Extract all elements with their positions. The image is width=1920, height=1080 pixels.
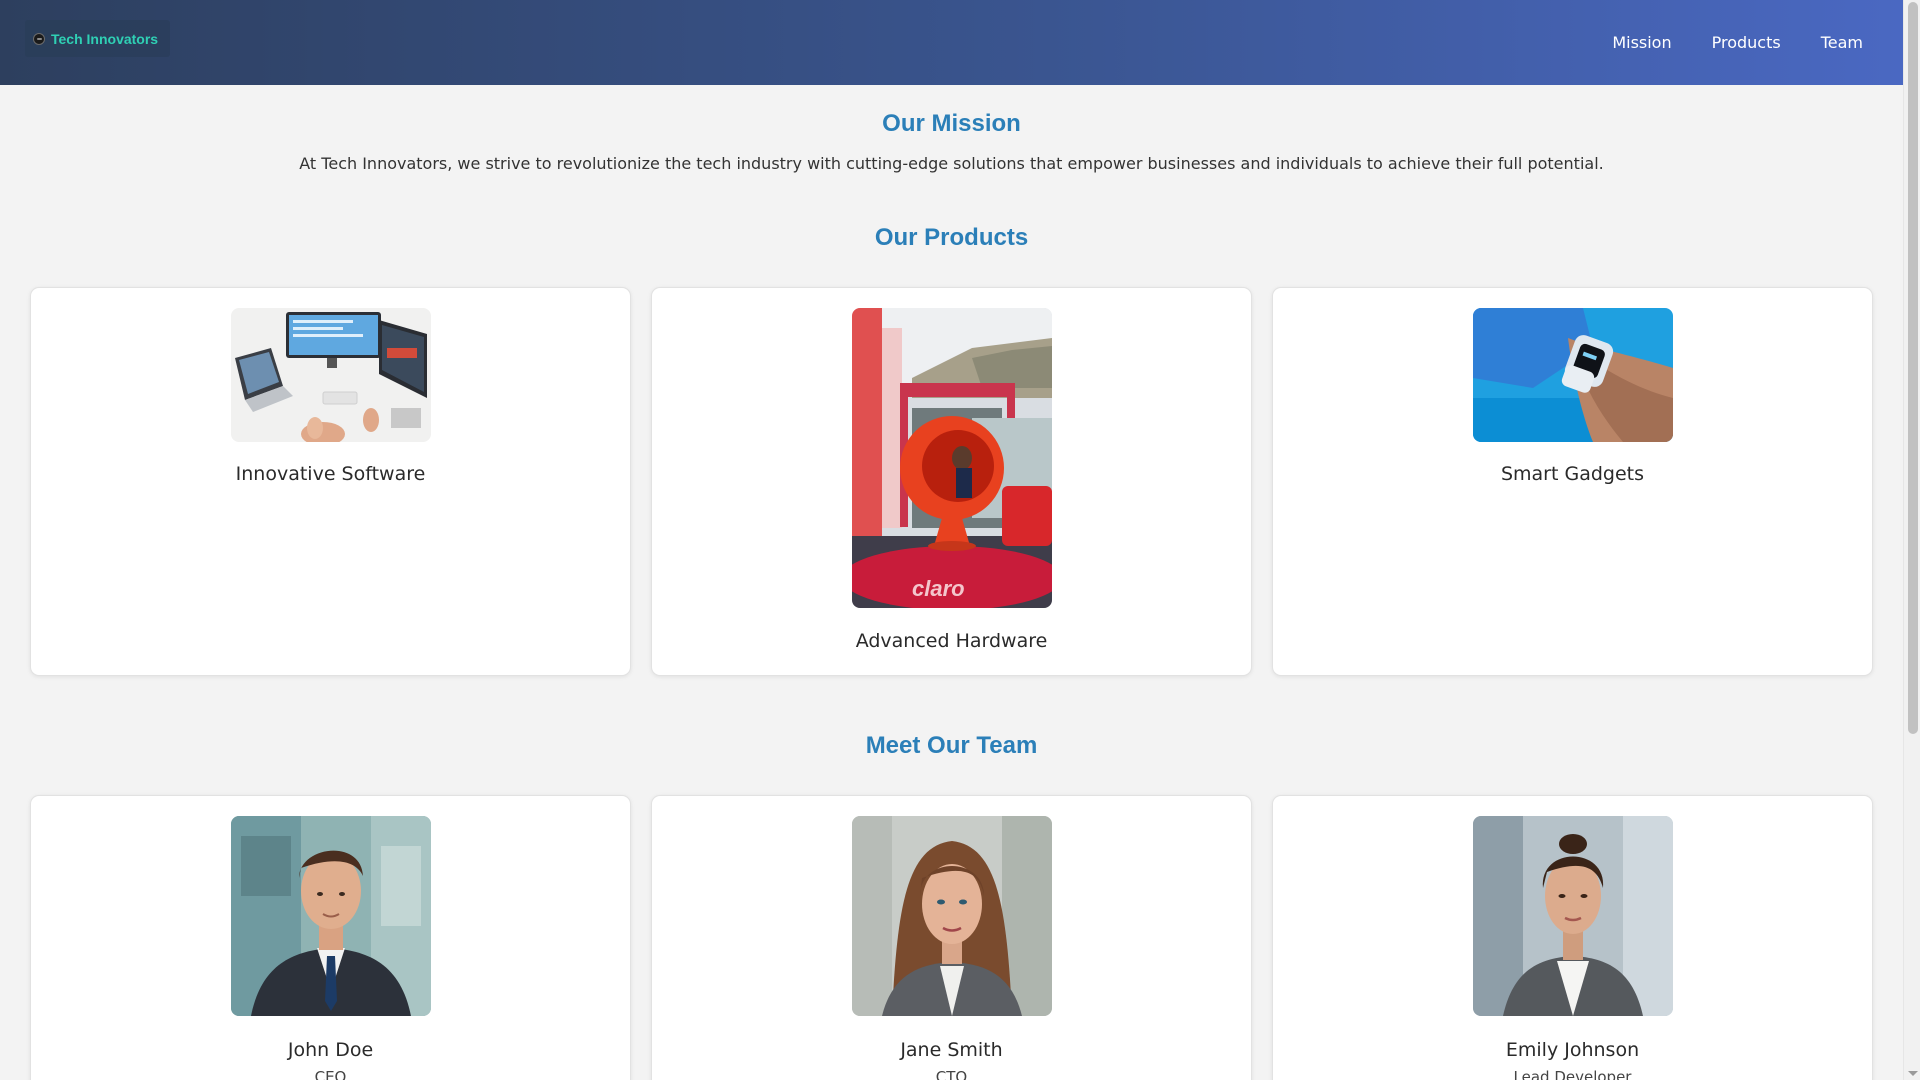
product-card-software[interactable]: Innovative Software [30, 287, 631, 676]
member-name: Emily Johnson [1505, 1039, 1640, 1061]
product-name: Advanced Hardware [855, 630, 1048, 652]
team-title: Meet Our Team [865, 732, 1038, 759]
john-doe-portrait [231, 816, 431, 1016]
emily-johnson-portrait [1473, 816, 1673, 1016]
svg-text:claro: claro [912, 576, 965, 601]
nav-link-mission[interactable]: Mission [1612, 33, 1671, 52]
main-nav: Mission Products Team [1612, 0, 1863, 85]
vertical-scrollbar[interactable] [1903, 0, 1920, 1080]
member-role: CTO [935, 1068, 968, 1080]
smartwatch-photo [1473, 308, 1673, 442]
member-name: Jane Smith [900, 1039, 1003, 1061]
team-card-john-doe[interactable]: John Doe CEO [30, 795, 631, 1080]
site-header: Tech Innovators Mission Products Team [0, 0, 1903, 85]
product-card-hardware[interactable]: claro Advanced Hardware [651, 287, 1252, 676]
mission-title: Our Mission [882, 110, 1021, 137]
scroll-down-arrow-icon[interactable] [1908, 1071, 1918, 1076]
team-card-emily-johnson[interactable]: Emily Johnson Lead Developer [1272, 795, 1873, 1080]
logo-icon [33, 32, 45, 45]
jane-smith-portrait [852, 816, 1052, 1016]
product-name: Innovative Software [235, 463, 426, 485]
team-card-jane-smith[interactable]: Jane Smith CTO [651, 795, 1252, 1080]
product-card-gadgets[interactable]: Smart Gadgets [1272, 287, 1873, 676]
nav-link-team[interactable]: Team [1821, 33, 1863, 52]
member-role: Lead Developer [1513, 1068, 1632, 1080]
product-name: Smart Gadgets [1500, 463, 1645, 485]
mission-text: At Tech Innovators, we strive to revolut… [299, 154, 1604, 173]
red-egg-chair-photo: claro [852, 308, 1052, 608]
products-title: Our Products [874, 224, 1029, 251]
workstation-photo [231, 308, 431, 442]
nav-link-products[interactable]: Products [1712, 33, 1781, 52]
member-name: John Doe [287, 1039, 374, 1061]
brand-name: Tech Innovators [51, 30, 159, 47]
member-role: CEO [314, 1068, 347, 1080]
brand-logo[interactable]: Tech Innovators [25, 20, 171, 57]
scrollbar-thumb[interactable] [1908, 2, 1918, 734]
